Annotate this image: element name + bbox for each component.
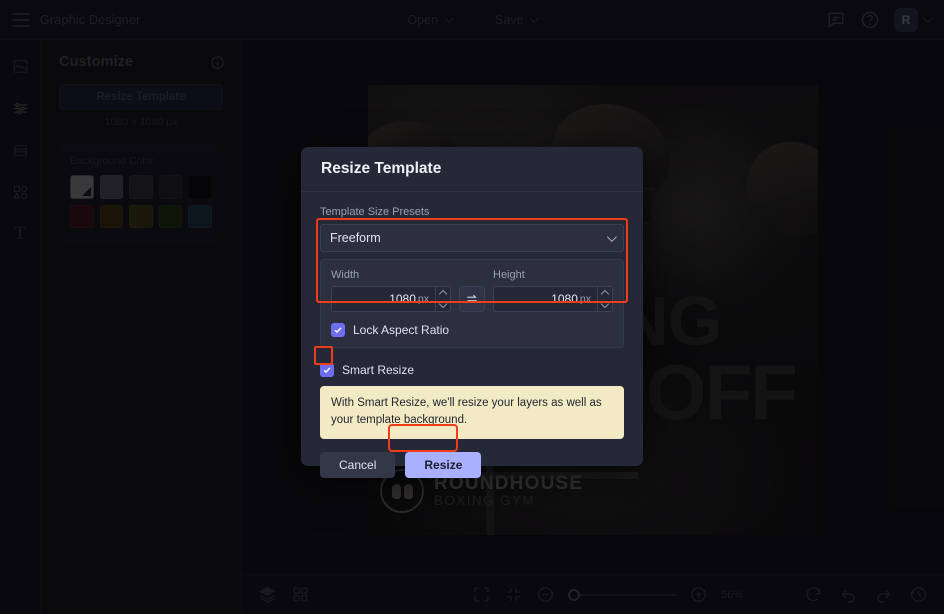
- smart-resize-label: Smart Resize: [342, 363, 414, 377]
- resize-template-modal: Resize Template Template Size Presets Fr…: [301, 147, 643, 466]
- width-value: 1080: [332, 292, 418, 306]
- height-unit: px: [580, 293, 597, 305]
- width-stepper[interactable]: [435, 287, 450, 311]
- lock-aspect-ratio-row[interactable]: Lock Aspect Ratio: [331, 323, 613, 337]
- width-label: Width: [331, 269, 451, 281]
- lock-aspect-ratio-checkbox[interactable]: [331, 323, 345, 337]
- height-value: 1080: [494, 292, 580, 306]
- height-stepper[interactable]: [597, 287, 612, 311]
- modal-body: Template Size Presets Freeform Width 108…: [301, 192, 643, 439]
- smart-resize-row[interactable]: Smart Resize: [320, 363, 624, 377]
- template-size-preset-select[interactable]: Freeform: [320, 224, 624, 252]
- swap-dimensions-button[interactable]: [459, 286, 485, 312]
- chevron-down-icon: [607, 232, 617, 242]
- modal-header: Resize Template: [301, 147, 643, 192]
- lock-aspect-ratio-label: Lock Aspect Ratio: [353, 323, 449, 337]
- modal-title: Resize Template: [321, 160, 441, 178]
- app-root: EVERLAST E RING 20% OFF ROUNDHOUSE BOXIN…: [0, 0, 944, 614]
- width-unit: px: [418, 293, 435, 305]
- width-group: Width 1080 px: [331, 269, 451, 312]
- presets-label: Template Size Presets: [320, 206, 624, 218]
- height-label: Height: [493, 269, 613, 281]
- height-group: Height 1080 px: [493, 269, 613, 312]
- modal-footer: Cancel Resize: [301, 439, 643, 478]
- resize-button[interactable]: Resize: [405, 452, 481, 478]
- height-input[interactable]: 1080 px: [493, 286, 613, 312]
- cancel-button[interactable]: Cancel: [320, 452, 395, 478]
- smart-resize-checkbox[interactable]: [320, 363, 334, 377]
- width-input[interactable]: 1080 px: [331, 286, 451, 312]
- width-height-card: Width 1080 px H: [320, 259, 624, 348]
- smart-resize-tooltip: With Smart Resize, we'll resize your lay…: [320, 386, 624, 439]
- preset-selected-value: Freeform: [330, 231, 381, 245]
